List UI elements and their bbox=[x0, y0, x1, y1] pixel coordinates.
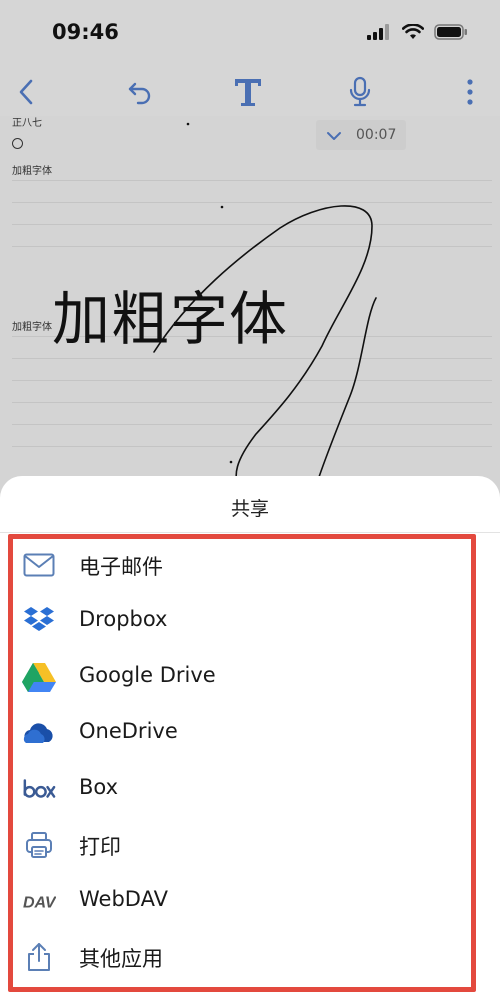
share-item-label: 打印 bbox=[79, 835, 121, 859]
google-drive-icon bbox=[22, 661, 56, 693]
microphone-button[interactable] bbox=[340, 72, 380, 112]
status-time: 09:46 bbox=[52, 20, 119, 44]
signal-icon bbox=[367, 24, 389, 40]
more-options-button[interactable] bbox=[450, 72, 490, 112]
microphone-icon bbox=[349, 76, 371, 107]
share-item-onedrive[interactable]: OneDrive bbox=[0, 705, 500, 761]
dropbox-icon bbox=[22, 605, 56, 637]
status-icons bbox=[366, 24, 468, 40]
share-item-google-drive[interactable]: Google Drive bbox=[0, 649, 500, 705]
share-item-label: Dropbox bbox=[79, 607, 168, 631]
share-item-label: OneDrive bbox=[79, 719, 178, 743]
share-item-label: WebDAV bbox=[79, 887, 168, 911]
text-tool-button[interactable] bbox=[228, 72, 268, 112]
back-button[interactable] bbox=[6, 72, 46, 112]
divider bbox=[0, 532, 500, 533]
chevron-left-icon bbox=[19, 79, 33, 105]
mail-icon bbox=[22, 549, 56, 581]
onedrive-icon bbox=[22, 717, 56, 749]
text-format-icon bbox=[235, 79, 261, 106]
box-icon bbox=[22, 773, 56, 805]
handwriting-stroke bbox=[153, 122, 377, 491]
share-item-print[interactable]: 打印 bbox=[0, 817, 500, 873]
share-item-label: Google Drive bbox=[79, 663, 216, 687]
share-icon bbox=[22, 941, 56, 973]
more-vertical-icon bbox=[467, 79, 473, 105]
share-item-dropbox[interactable]: Dropbox bbox=[0, 593, 500, 649]
share-item-email[interactable]: 电子邮件 bbox=[0, 537, 500, 593]
share-item-box[interactable]: Box bbox=[0, 761, 500, 817]
share-item-webdav[interactable]: DAV WebDAV bbox=[0, 873, 500, 929]
wifi-icon bbox=[402, 24, 424, 39]
share-item-label: 其他应用 bbox=[79, 947, 163, 971]
undo-icon bbox=[128, 82, 151, 105]
share-item-label: Box bbox=[79, 775, 119, 799]
share-item-label: 电子邮件 bbox=[79, 555, 163, 579]
note-toolbar bbox=[0, 64, 500, 116]
share-sheet: 共享 电子邮件 Dropbox Google Drive OneDrive Bo… bbox=[0, 476, 500, 1008]
print-icon bbox=[22, 829, 56, 861]
undo-button[interactable] bbox=[120, 72, 160, 112]
share-sheet-title: 共享 bbox=[230, 498, 269, 520]
battery-icon bbox=[434, 24, 467, 40]
webdav-icon: DAV bbox=[22, 885, 56, 917]
note-canvas[interactable]: 正八七 加粗字体 加粗字体 加粗字体 00:07 bbox=[0, 116, 500, 516]
share-item-other-apps[interactable]: 其他应用 bbox=[0, 929, 500, 985]
svg-text:DAV: DAV bbox=[23, 894, 56, 912]
status-bar: 09:46 bbox=[0, 0, 500, 64]
